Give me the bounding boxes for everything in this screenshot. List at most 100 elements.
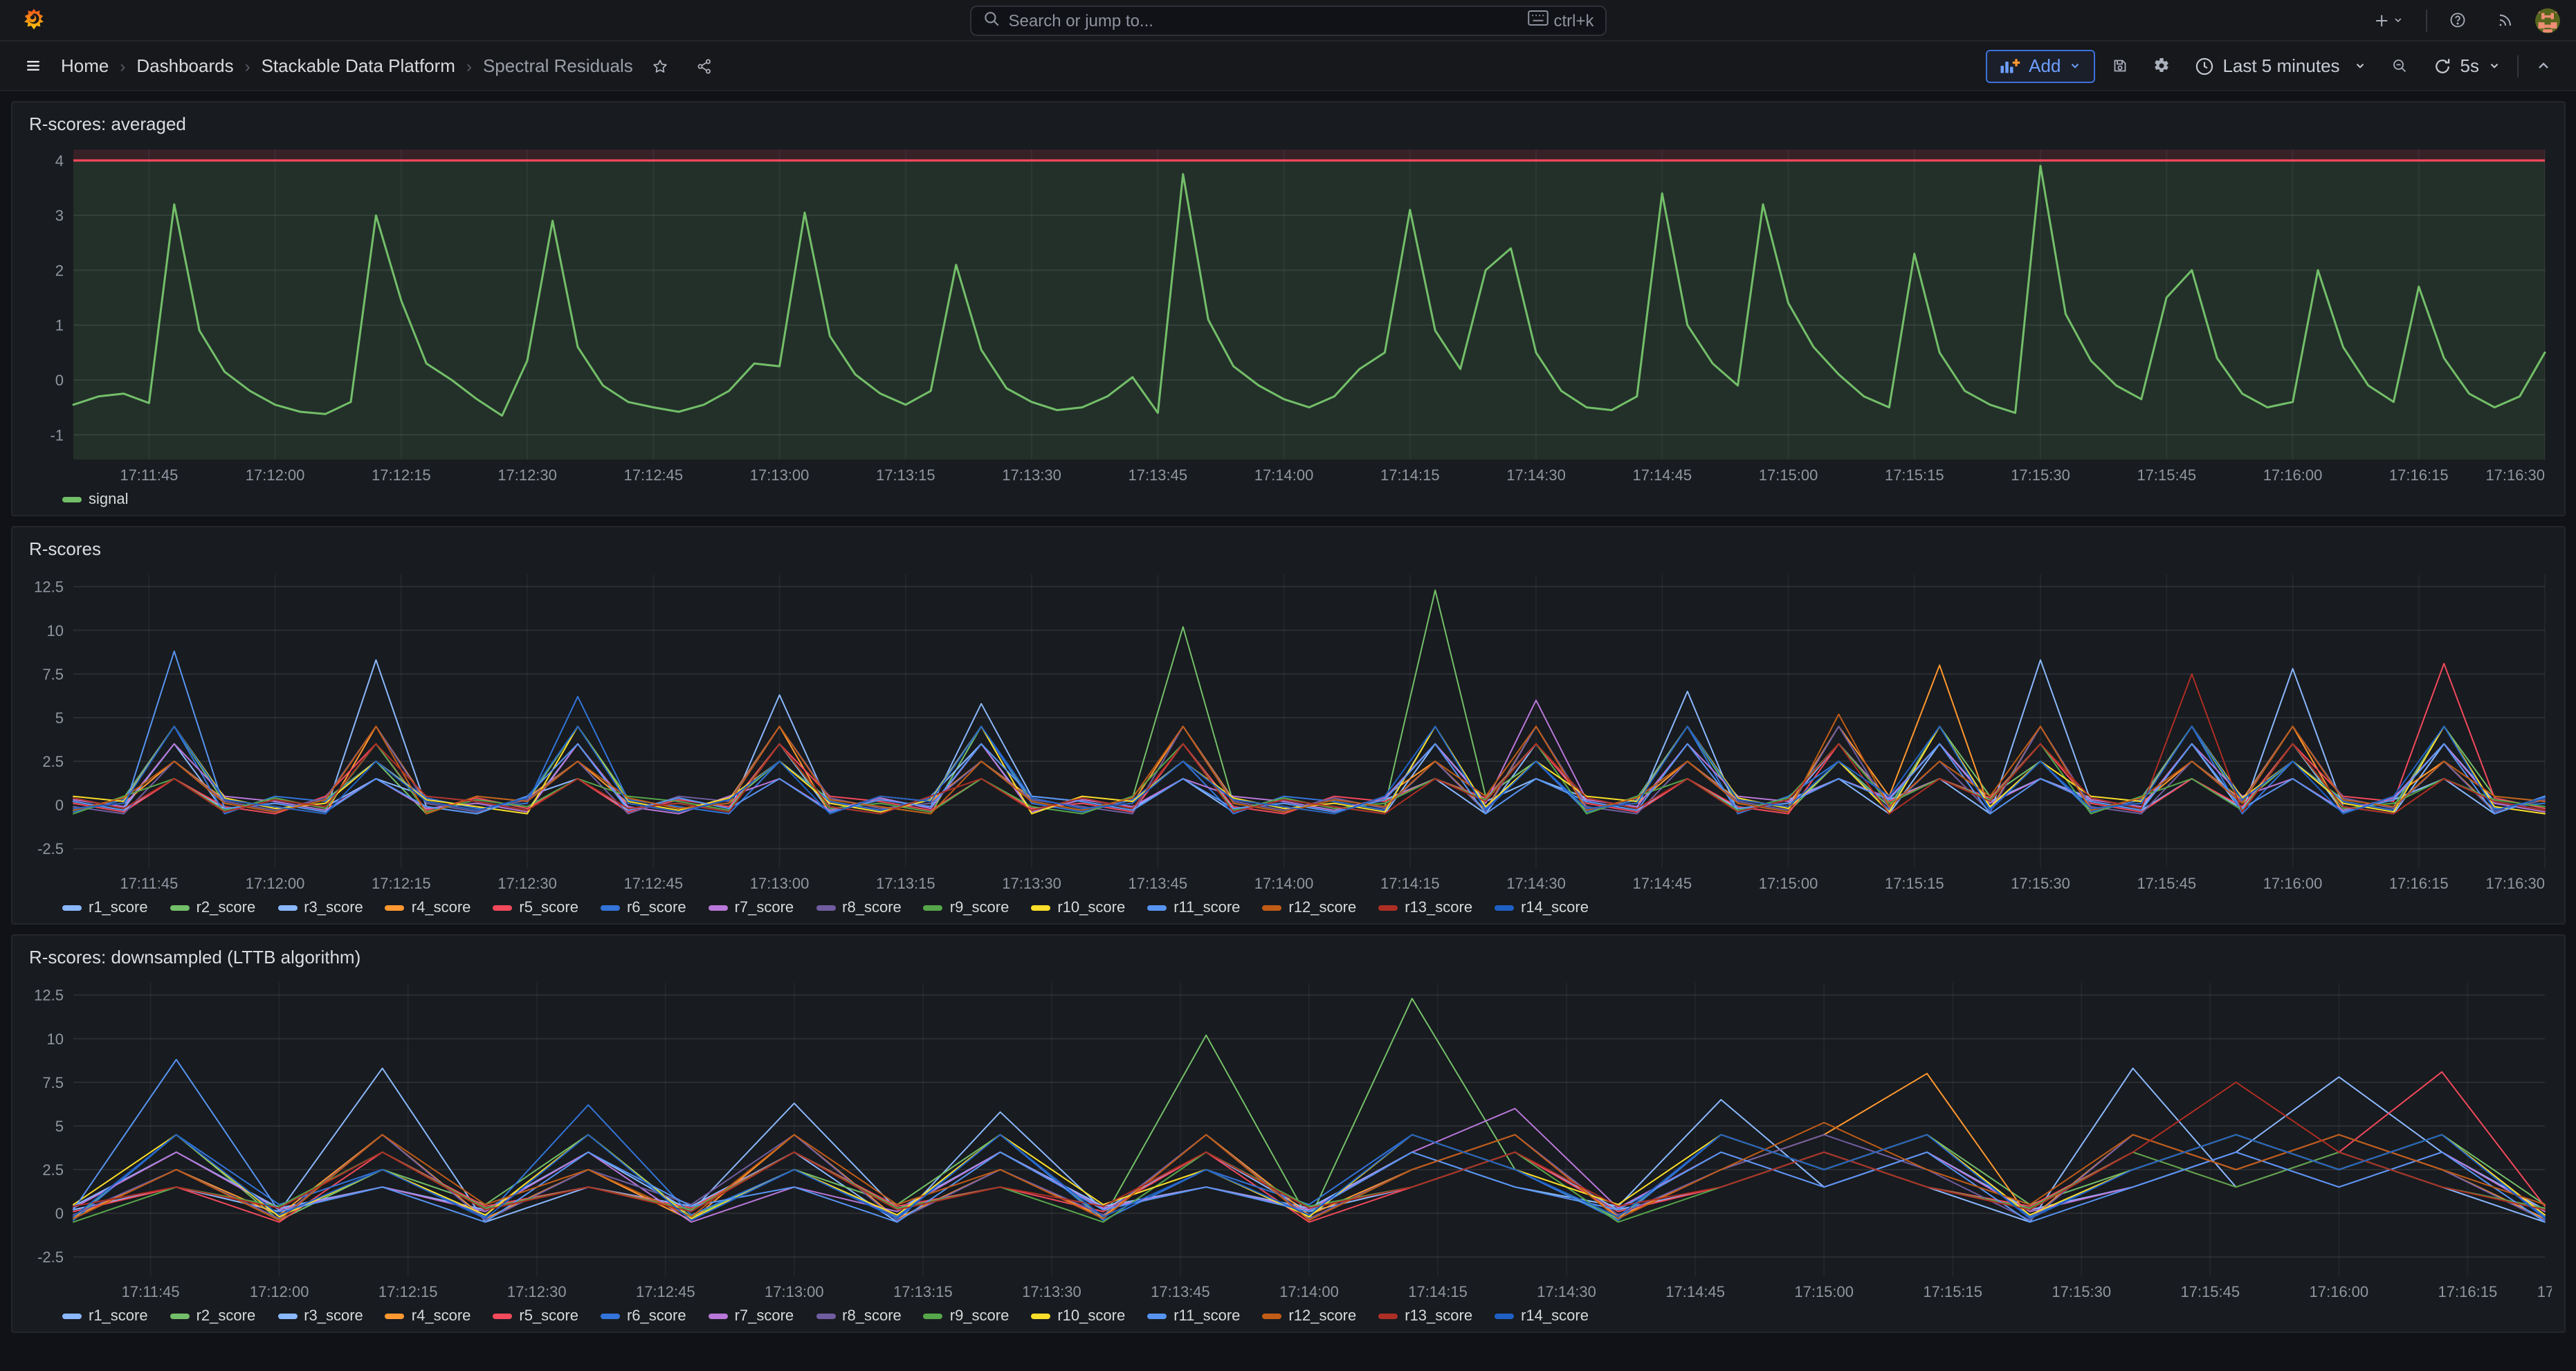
rscores-chart[interactable]: -2.502.557.51012.517:11:4517:12:0017:12:… (26, 566, 2552, 896)
breadcrumb-separator: › (245, 56, 250, 75)
legend-item-r13_score[interactable]: r13_score (1378, 1308, 1472, 1325)
legend-label: r3_score (304, 1308, 363, 1325)
breadcrumb-home[interactable]: Home (61, 55, 109, 76)
breadcrumb-folder[interactable]: Stackable Data Platform (262, 55, 455, 76)
plus-icon (2373, 10, 2389, 30)
legend-item-r12_score[interactable]: r12_score (1262, 900, 1356, 916)
legend-item-signal[interactable]: signal (62, 491, 129, 508)
legend-item-r1_score[interactable]: r1_score (62, 1308, 148, 1325)
new-menu-button[interactable] (2364, 3, 2411, 37)
chevron-down-icon (2354, 60, 2366, 72)
grafana-logo[interactable] (17, 3, 50, 37)
legend-item-r4_score[interactable]: r4_score (385, 900, 471, 916)
legend-label: r8_score (842, 900, 902, 916)
panel-rscores: R-scores -2.502.557.51012.517:11:4517:12… (11, 526, 2565, 925)
legend-item-r14_score[interactable]: r14_score (1495, 900, 1589, 916)
legend-color-marker (1031, 1314, 1050, 1319)
y-tick-label: 0 (55, 797, 64, 814)
add-button[interactable]: Add (1986, 49, 2095, 82)
legend-color-marker (277, 905, 297, 911)
legend-item-r13_score[interactable]: r13_score (1378, 900, 1472, 916)
user-avatar[interactable] (2534, 8, 2559, 33)
legend-color-marker (62, 497, 82, 502)
x-tick-label: 17:12:45 (624, 875, 684, 892)
legend-item-r3_score[interactable]: r3_score (277, 900, 363, 916)
legend-item-r14_score[interactable]: r14_score (1495, 1308, 1589, 1325)
legend-item-r11_score[interactable]: r11_score (1147, 1308, 1240, 1325)
search-icon (983, 9, 1001, 31)
legend-item-r2_score[interactable]: r2_score (170, 900, 256, 916)
search-input[interactable]: Search or jump to... ctrl+k (970, 5, 1607, 35)
help-button[interactable] (2440, 3, 2474, 37)
time-range-picker[interactable]: Last 5 minutes (2186, 48, 2374, 84)
y-tick-label: 5 (55, 1118, 64, 1135)
legend-item-r9_score[interactable]: r9_score (924, 900, 1010, 916)
chevron-down-icon (2487, 60, 2500, 72)
x-tick-label: 17:16:30 (2537, 1283, 2552, 1300)
rscores-averaged-chart[interactable]: -10123417:11:4517:12:0017:12:1517:12:301… (26, 141, 2552, 487)
legend-item-r1_score[interactable]: r1_score (62, 900, 148, 916)
add-button-label: Add (2029, 55, 2061, 76)
save-dashboard-button[interactable] (2103, 49, 2137, 82)
legend-item-r8_score[interactable]: r8_score (816, 1308, 902, 1325)
legend-item-r9_score[interactable]: r9_score (924, 1308, 1010, 1325)
legend-item-r6_score[interactable]: r6_score (601, 1308, 686, 1325)
x-tick-label: 17:16:15 (2438, 1283, 2498, 1300)
news-button[interactable] (2487, 3, 2521, 37)
legend-label: r2_score (197, 900, 256, 916)
legend-item-r3_score[interactable]: r3_score (277, 1308, 363, 1325)
x-tick-label: 17:13:15 (893, 1283, 953, 1300)
dashboard-settings-button[interactable] (2145, 49, 2178, 82)
collapse-toolbar-button[interactable] (2526, 49, 2559, 82)
legend-label: r5_score (519, 900, 578, 916)
y-tick-label: 2.5 (42, 753, 64, 770)
x-tick-label: 17:15:45 (2180, 1283, 2240, 1300)
series-line-r4_score (73, 665, 2545, 814)
legend-item-r5_score[interactable]: r5_score (493, 1308, 578, 1325)
legend-item-r11_score[interactable]: r11_score (1147, 900, 1240, 916)
legend-item-r7_score[interactable]: r7_score (709, 1308, 794, 1325)
panel-legend: r1_score r2_score r3_score r4_score r5_score… (26, 1304, 2550, 1329)
x-tick-label: 17:12:30 (507, 1283, 567, 1300)
legend-color-marker (385, 905, 405, 911)
y-tick-label: 12.5 (34, 579, 64, 596)
legend-item-r7_score[interactable]: r7_score (709, 900, 794, 916)
legend-item-r4_score[interactable]: r4_score (385, 1308, 471, 1325)
legend-label: r8_score (842, 1308, 902, 1325)
legend-item-r2_score[interactable]: r2_score (170, 1308, 256, 1325)
legend-label: r14_score (1521, 1308, 1589, 1325)
zoom-out-button[interactable] (2383, 49, 2416, 82)
y-tick-label: 1 (55, 317, 64, 334)
x-tick-label: 17:15:30 (2011, 875, 2070, 892)
x-tick-label: 17:12:00 (250, 1283, 309, 1300)
refresh-picker[interactable]: 5s (2424, 48, 2508, 84)
x-tick-label: 17:14:00 (1254, 466, 1314, 484)
panel-title[interactable]: R-scores (26, 536, 2550, 566)
x-tick-label: 17:13:15 (876, 875, 935, 892)
rscores-downsampled-chart[interactable]: -2.502.557.51012.517:11:4517:12:0017:12:… (26, 974, 2552, 1304)
legend-item-r10_score[interactable]: r10_score (1031, 900, 1125, 916)
legend-item-r6_score[interactable]: r6_score (601, 900, 686, 916)
x-tick-label: 17:15:15 (1885, 875, 1944, 892)
breadcrumb-dashboards[interactable]: Dashboards (136, 55, 233, 76)
mega-menu-toggle[interactable] (17, 49, 50, 82)
favorite-button[interactable] (644, 49, 677, 82)
add-panel-icon (2000, 57, 2020, 75)
legend-item-r12_score[interactable]: r12_score (1262, 1308, 1356, 1325)
y-tick-label: -2.5 (37, 840, 64, 857)
legend-item-r8_score[interactable]: r8_score (816, 900, 902, 916)
star-icon (652, 56, 669, 75)
threshold-region-above (73, 149, 2545, 161)
legend-color-marker (1495, 1314, 1514, 1319)
legend-item-r10_score[interactable]: r10_score (1031, 1308, 1125, 1325)
legend-label: r2_score (197, 1308, 256, 1325)
legend-label: r1_score (89, 900, 148, 916)
x-tick-label: 17:16:00 (2310, 1283, 2369, 1300)
share-button[interactable] (688, 49, 722, 82)
panel-title[interactable]: R-scores: downsampled (LTTB algorithm) (26, 944, 2550, 974)
series-line-r3_score (73, 669, 2545, 814)
legend-color-marker (1147, 1314, 1167, 1319)
legend-item-r5_score[interactable]: r5_score (493, 900, 578, 916)
legend-color-marker (816, 1314, 835, 1319)
panel-title[interactable]: R-scores: averaged (26, 111, 2550, 141)
